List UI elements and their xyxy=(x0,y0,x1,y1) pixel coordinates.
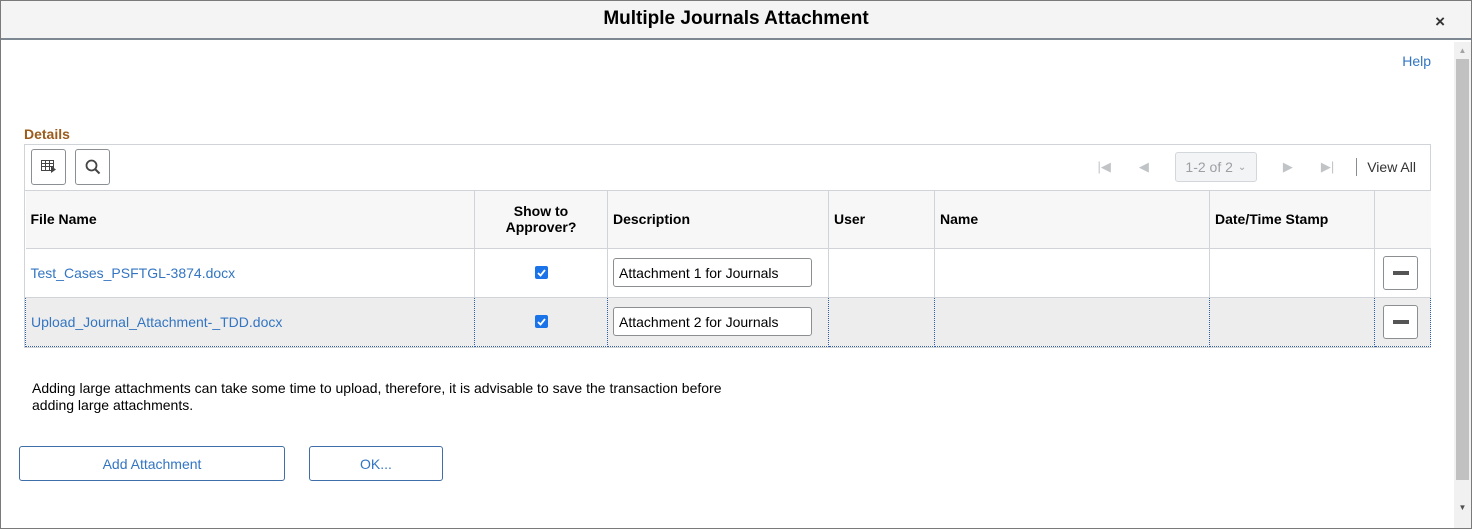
minus-icon xyxy=(1392,319,1409,324)
grid-personalize-icon xyxy=(40,160,56,173)
minus-icon xyxy=(1392,270,1409,275)
previous-page-icon[interactable]: ◀ xyxy=(1139,159,1149,175)
view-all-link[interactable]: View All xyxy=(1367,159,1416,175)
modal-dialog: Multiple Journals Attachment × Help Deta… xyxy=(0,0,1472,529)
page-range-select[interactable]: 1-2 of 2 ⌄ xyxy=(1174,152,1257,182)
date-time-stamp-cell xyxy=(1209,248,1375,298)
find-in-grid-button[interactable] xyxy=(75,149,110,185)
attachments-grid: |◀ ◀ 1-2 of 2 ⌄ ▶ ▶| View All File Name … xyxy=(24,144,1431,348)
large-attachment-note: Adding large attachments can take some t… xyxy=(32,380,722,413)
description-input[interactable] xyxy=(613,258,812,287)
personalize-grid-button[interactable] xyxy=(31,149,66,185)
nav-divider xyxy=(1356,158,1358,176)
column-header-user: User xyxy=(828,191,935,249)
show-to-approver-checkbox[interactable] xyxy=(534,266,548,279)
column-header-name: Name xyxy=(934,191,1210,249)
modal-title: Multiple Journals Attachment xyxy=(603,8,869,29)
vertical-scrollbar[interactable]: ▲ ▼ xyxy=(1454,42,1471,528)
column-header-date-time-stamp: Date/Time Stamp xyxy=(1209,191,1375,249)
user-cell xyxy=(828,248,935,298)
ok-button[interactable]: OK... xyxy=(309,446,443,481)
scroll-up-arrow-icon[interactable]: ▲ xyxy=(1454,42,1471,59)
column-header-show-to-approver: Show to Approver? xyxy=(474,191,608,249)
checkmark-icon xyxy=(536,268,546,277)
scrollbar-thumb[interactable] xyxy=(1456,59,1469,480)
chevron-down-icon: ⌄ xyxy=(1237,161,1247,173)
details-section-title: Details xyxy=(24,126,70,142)
next-page-icon[interactable]: ▶ xyxy=(1283,159,1293,175)
close-icon: × xyxy=(1435,12,1445,31)
last-page-icon[interactable]: ▶| xyxy=(1321,159,1334,175)
scroll-down-arrow-icon[interactable]: ▼ xyxy=(1454,499,1471,516)
name-cell xyxy=(934,296,1210,347)
modal-content: Help Details |◀ ◀ 1-2 of 2 ⌄ ▶ ▶| View A… xyxy=(1,42,1453,528)
add-attachment-button[interactable]: Add Attachment xyxy=(19,446,285,481)
search-icon xyxy=(85,159,100,175)
user-cell xyxy=(828,296,935,347)
checkmark-icon xyxy=(536,317,546,326)
delete-row-button[interactable] xyxy=(1383,304,1418,339)
file-name-link[interactable]: Upload_Journal_Attachment-_TDD.docx xyxy=(31,314,282,330)
file-name-link[interactable]: Test_Cases_PSFTGL-3874.docx xyxy=(31,265,236,281)
column-header-actions xyxy=(1374,191,1431,249)
show-to-approver-checkbox[interactable] xyxy=(534,315,548,328)
first-page-icon[interactable]: |◀ xyxy=(1097,159,1110,175)
close-button[interactable]: × xyxy=(1435,13,1445,31)
description-input[interactable] xyxy=(613,307,812,336)
column-header-file-name: File Name xyxy=(25,191,475,249)
date-time-stamp-cell xyxy=(1209,296,1375,347)
table-header-row: File Name Show to Approver? Description … xyxy=(25,191,1431,249)
page-range-label: 1-2 of 2 xyxy=(1185,159,1233,175)
table-row: Test_Cases_PSFTGL-3874.docx xyxy=(25,248,1431,298)
modal-header: Multiple Journals Attachment × xyxy=(1,1,1471,40)
help-link[interactable]: Help xyxy=(1402,53,1431,69)
pagination: |◀ ◀ 1-2 of 2 ⌄ ▶ ▶| View All xyxy=(1083,151,1416,183)
table-row: Upload_Journal_Attachment-_TDD.docx xyxy=(25,296,1431,347)
name-cell xyxy=(934,248,1210,298)
column-header-description: Description xyxy=(607,191,829,249)
attachments-table: File Name Show to Approver? Description … xyxy=(25,191,1431,347)
delete-row-button[interactable] xyxy=(1383,255,1418,290)
grid-toolbar: |◀ ◀ 1-2 of 2 ⌄ ▶ ▶| View All xyxy=(25,145,1430,191)
